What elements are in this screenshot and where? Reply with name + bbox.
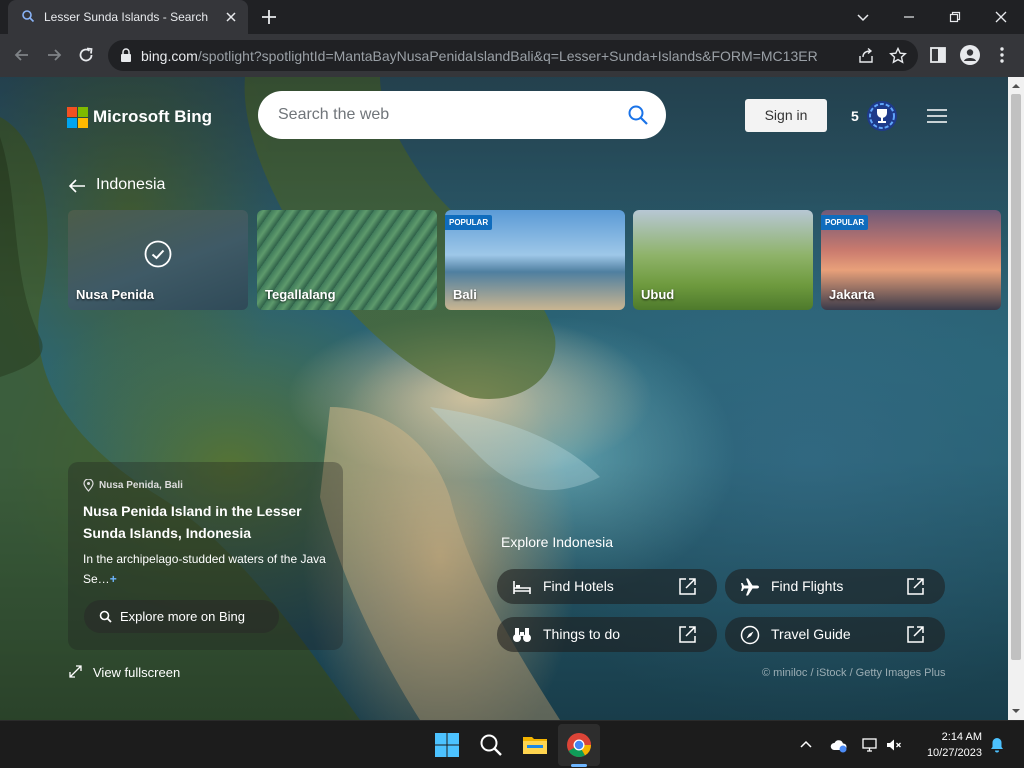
tab-title: Lesser Sunda Islands - Search: [44, 10, 209, 24]
bookmark-star-icon[interactable]: [888, 46, 908, 66]
rewards-trophy-icon[interactable]: [866, 100, 898, 132]
find-flights-button[interactable]: Find Flights: [725, 569, 945, 604]
chrome-icon[interactable]: [566, 732, 592, 758]
scroll-down-icon[interactable]: [1008, 704, 1024, 718]
selected-check-icon: [144, 240, 172, 268]
forward-arrow-icon[interactable]: [43, 44, 65, 66]
url-host: bing.com: [141, 48, 198, 64]
destination-name: Ubud: [641, 287, 675, 302]
description-text: In the archipelago-studded waters of the…: [83, 552, 326, 586]
reload-icon[interactable]: [75, 44, 97, 66]
weather-cloud-icon[interactable]: [830, 736, 848, 754]
close-window-icon[interactable]: [989, 5, 1013, 29]
running-app-indicator: [571, 764, 587, 767]
travel-guide-label: Travel Guide: [771, 626, 851, 642]
system-clock[interactable]: 2:14 AM 10/27/2023: [918, 729, 982, 761]
region-label: Indonesia: [96, 176, 166, 193]
file-explorer-icon[interactable]: [522, 732, 548, 758]
find-flights-label: Find Flights: [771, 578, 844, 594]
airplane-icon: [741, 578, 759, 596]
brand-name: Microsoft Bing: [93, 107, 212, 126]
page-scrollbar[interactable]: [1008, 77, 1024, 720]
back-arrow-icon: [68, 179, 85, 193]
travel-guide-button[interactable]: Travel Guide: [725, 617, 945, 652]
browser-toolbar: bing.com/spotlight?spotlightId=MantaBayN…: [0, 34, 1024, 77]
rewards-points[interactable]: 5: [851, 108, 859, 124]
clock-time: 2:14 AM: [941, 731, 982, 743]
location-pin-icon: [83, 479, 94, 492]
location-text: Nusa Penida, Bali: [99, 480, 183, 491]
image-description: In the archipelago-studded waters of the…: [83, 549, 328, 589]
back-arrow-icon[interactable]: [11, 44, 33, 66]
things-to-do-label: Things to do: [543, 626, 621, 642]
scrollbar-thumb[interactable]: [1011, 94, 1021, 660]
browser-menu-icon[interactable]: [991, 44, 1013, 66]
external-link-icon: [679, 626, 696, 643]
image-credit: © miniloc / iStock / Getty Images Plus: [762, 667, 946, 679]
explore-more-label: Explore more on Bing: [120, 609, 246, 624]
spotlight-page: Microsoft Bing Sign in 5 Indonesia Nusa …: [0, 77, 1008, 720]
popular-badge: POPULAR: [445, 215, 493, 230]
find-hotels-label: Find Hotels: [543, 578, 614, 594]
destination-name: Jakarta: [829, 287, 875, 302]
find-hotels-button[interactable]: Find Hotels: [497, 569, 717, 604]
binoculars-icon: [513, 628, 531, 642]
sign-in-button[interactable]: Sign in: [745, 99, 827, 132]
network-icon[interactable]: [861, 736, 879, 754]
search-box[interactable]: [258, 91, 666, 139]
destination-card-ubud[interactable]: Ubud: [633, 210, 813, 310]
view-fullscreen-label: View fullscreen: [93, 665, 181, 680]
explore-more-button[interactable]: Explore more on Bing: [84, 600, 279, 633]
search-icon[interactable]: [478, 732, 504, 758]
scroll-up-icon[interactable]: [1008, 79, 1024, 93]
chevron-up-icon[interactable]: [797, 736, 815, 754]
url-text[interactable]: bing.com/spotlight?spotlightId=MantaBayN…: [141, 48, 818, 64]
destination-card-jakarta[interactable]: POPULAR Jakarta: [821, 210, 1001, 310]
external-link-icon: [907, 626, 924, 643]
windows-taskbar: 2:14 AM 10/27/2023: [0, 720, 1024, 768]
notification-bell-icon[interactable]: [988, 736, 1006, 754]
hamburger-menu-icon[interactable]: [926, 108, 948, 124]
external-link-icon: [907, 578, 924, 595]
search-icon: [99, 610, 112, 623]
profile-icon[interactable]: [959, 44, 981, 66]
windows-start-icon[interactable]: [434, 732, 460, 758]
explore-heading: Explore Indonesia: [501, 534, 614, 550]
destination-card-bali[interactable]: POPULAR Bali: [445, 210, 625, 310]
image-info-panel: Nusa Penida, Bali Nusa Penida Island in …: [68, 462, 343, 650]
search-icon[interactable]: [627, 104, 649, 126]
restore-icon[interactable]: [943, 5, 967, 29]
search-input[interactable]: [278, 104, 608, 126]
clock-date: 10/27/2023: [926, 747, 982, 759]
microsoft-logo-icon: [67, 107, 88, 128]
browser-tab[interactable]: Lesser Sunda Islands - Search: [8, 0, 248, 34]
popular-badge: POPULAR: [821, 215, 869, 230]
close-tab-icon[interactable]: [222, 8, 240, 26]
destination-card-tegallalang[interactable]: Tegallalang: [257, 210, 437, 310]
image-title[interactable]: Nusa Penida Island in the Lesser Sunda I…: [83, 500, 328, 544]
browser-tab-strip: Lesser Sunda Islands - Search: [0, 0, 1024, 34]
address-bar[interactable]: bing.com/spotlight?spotlightId=MantaBayN…: [108, 40, 918, 71]
things-to-do-button[interactable]: Things to do: [497, 617, 717, 652]
bed-icon: [513, 581, 531, 594]
destination-name: Bali: [453, 287, 477, 302]
destination-card-nusa-penida[interactable]: Nusa Penida: [68, 210, 248, 310]
share-icon[interactable]: [856, 46, 876, 66]
minimize-icon[interactable]: [897, 5, 921, 29]
side-panel-icon[interactable]: [927, 44, 949, 66]
url-path: /spotlight?spotlightId=MantaBayNusaPenid…: [197, 48, 818, 64]
volume-muted-icon[interactable]: [885, 736, 903, 754]
external-link-icon: [679, 578, 696, 595]
tab-search-chevron-icon[interactable]: [851, 5, 875, 29]
destination-name: Tegallalang: [265, 287, 336, 302]
lock-icon[interactable]: [120, 48, 132, 62]
compass-icon: [740, 625, 760, 645]
search-icon: [22, 10, 35, 23]
new-tab-icon[interactable]: [259, 7, 279, 27]
expand-description-button[interactable]: +: [110, 572, 117, 586]
expand-icon: [69, 665, 82, 678]
destination-name: Nusa Penida: [76, 287, 155, 302]
